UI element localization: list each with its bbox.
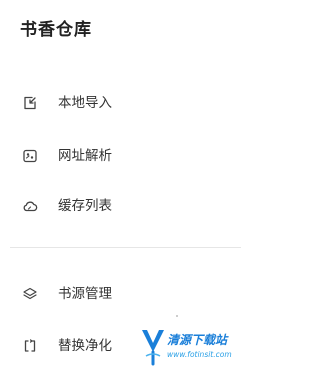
watermark: 清源下载站 www.fotinsit.com — [140, 320, 241, 380]
import-icon — [22, 95, 38, 111]
decorative-dot — [176, 315, 178, 317]
menu-item-cache-list[interactable]: 缓存列表 — [0, 186, 241, 226]
menu-item-label: 本地导入 — [58, 95, 112, 111]
watermark-logo-icon — [140, 326, 166, 366]
menu-item-url-parse[interactable]: 网址解析 — [0, 136, 241, 176]
menu-item-label: 替换净化 — [58, 338, 112, 354]
menu-item-label: 缓存列表 — [58, 198, 112, 214]
navigation-drawer: 书香仓库 本地导入 网址解析 缓存列表 书源管理 替换净化 清源下载站 www.… — [0, 0, 241, 380]
menu-item-local-import[interactable]: 本地导入 — [0, 83, 241, 123]
menu-item-label: 网址解析 — [58, 148, 112, 164]
watermark-url: www.fotinsit.com — [167, 350, 232, 359]
layers-icon — [22, 286, 38, 302]
cloud-icon — [22, 198, 38, 214]
menu-item-label: 书源管理 — [58, 286, 112, 302]
divider — [10, 247, 241, 248]
url-parse-icon — [22, 148, 38, 164]
menu-item-book-source[interactable]: 书源管理 — [0, 274, 241, 314]
watermark-text: 清源下载站 — [167, 333, 228, 347]
replace-icon — [22, 338, 38, 354]
drawer-title: 书香仓库 — [20, 20, 92, 40]
